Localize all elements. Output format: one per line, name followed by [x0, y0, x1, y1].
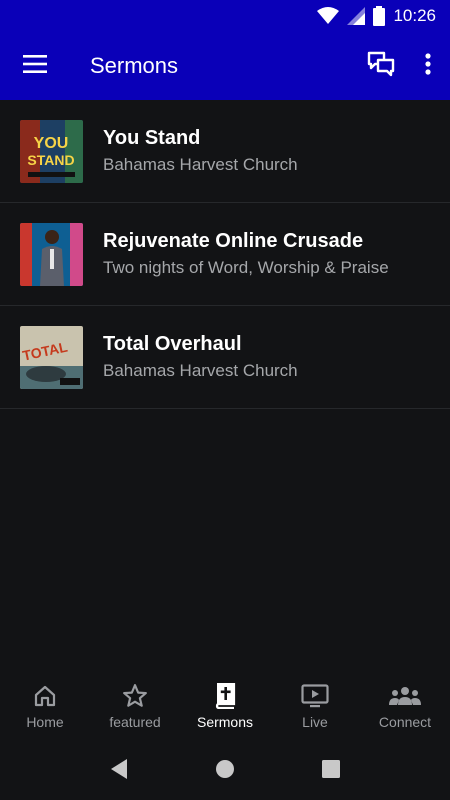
svg-text:STAND: STAND	[27, 152, 74, 168]
bible-icon	[214, 682, 236, 710]
sermon-title: Total Overhaul	[103, 333, 242, 355]
sermon-subtitle: Bahamas Harvest Church	[103, 155, 298, 174]
bottom-navigation: Home featured Sermons Live Connect	[0, 670, 450, 742]
sermon-thumbnail: TOTAL	[20, 325, 83, 389]
sermon-title: Rejuvenate Online Crusade	[103, 230, 364, 252]
more-options-button[interactable]	[406, 32, 450, 100]
recents-square-icon[interactable]	[321, 759, 341, 784]
home-circle-icon[interactable]	[215, 759, 235, 784]
home-icon	[33, 682, 57, 710]
page-title: Sermons	[90, 53, 179, 78]
star-icon	[122, 682, 148, 710]
battery-icon	[373, 6, 386, 26]
sermon-item[interactable]: YOU STAND You Stand Bahamas Harvest Chur…	[0, 100, 450, 203]
hamburger-menu-icon	[23, 54, 47, 78]
nav-label: Sermons	[196, 714, 254, 730]
tv-play-icon	[301, 682, 329, 710]
nav-item-connect[interactable]: Connect	[360, 670, 450, 742]
status-bar: 10:26	[0, 0, 450, 32]
nav-item-live[interactable]: Live	[270, 670, 360, 742]
sermon-list: YOU STAND You Stand Bahamas Harvest Chur…	[0, 100, 450, 409]
sermon-item[interactable]: Rejuvenate Online Crusade Two nights of …	[0, 203, 450, 306]
sermon-thumbnail: YOU STAND	[20, 119, 83, 183]
nav-label: Home	[26, 714, 64, 730]
nav-label: featured	[109, 714, 161, 730]
nav-item-featured[interactable]: featured	[90, 670, 180, 742]
nav-item-sermons[interactable]: Sermons	[180, 670, 270, 742]
chat-button[interactable]	[356, 32, 406, 100]
sermon-thumbnail	[20, 222, 83, 286]
system-navigation-bar	[0, 742, 450, 800]
sermon-subtitle: Bahamas Harvest Church	[103, 361, 298, 380]
more-vert-icon	[425, 52, 431, 80]
sermon-item[interactable]: TOTAL Total Overhaul Bahamas Harvest Chu…	[0, 306, 450, 409]
chat-bubbles-icon	[367, 51, 395, 82]
menu-button[interactable]	[0, 32, 70, 100]
nav-label: Connect	[378, 714, 432, 730]
app-bar: Sermons	[0, 32, 450, 100]
cell-signal-icon	[347, 7, 366, 25]
people-group-icon	[389, 682, 421, 710]
sermon-subtitle: Two nights of Word, Worship & Praise	[103, 258, 389, 277]
svg-text:YOU: YOU	[34, 135, 69, 152]
sermon-title: You Stand	[103, 127, 201, 149]
clock: 10:26	[393, 6, 436, 25]
nav-item-home[interactable]: Home	[0, 670, 90, 742]
back-icon[interactable]	[109, 758, 129, 785]
wifi-icon	[317, 7, 340, 25]
nav-label: Live	[302, 714, 328, 730]
